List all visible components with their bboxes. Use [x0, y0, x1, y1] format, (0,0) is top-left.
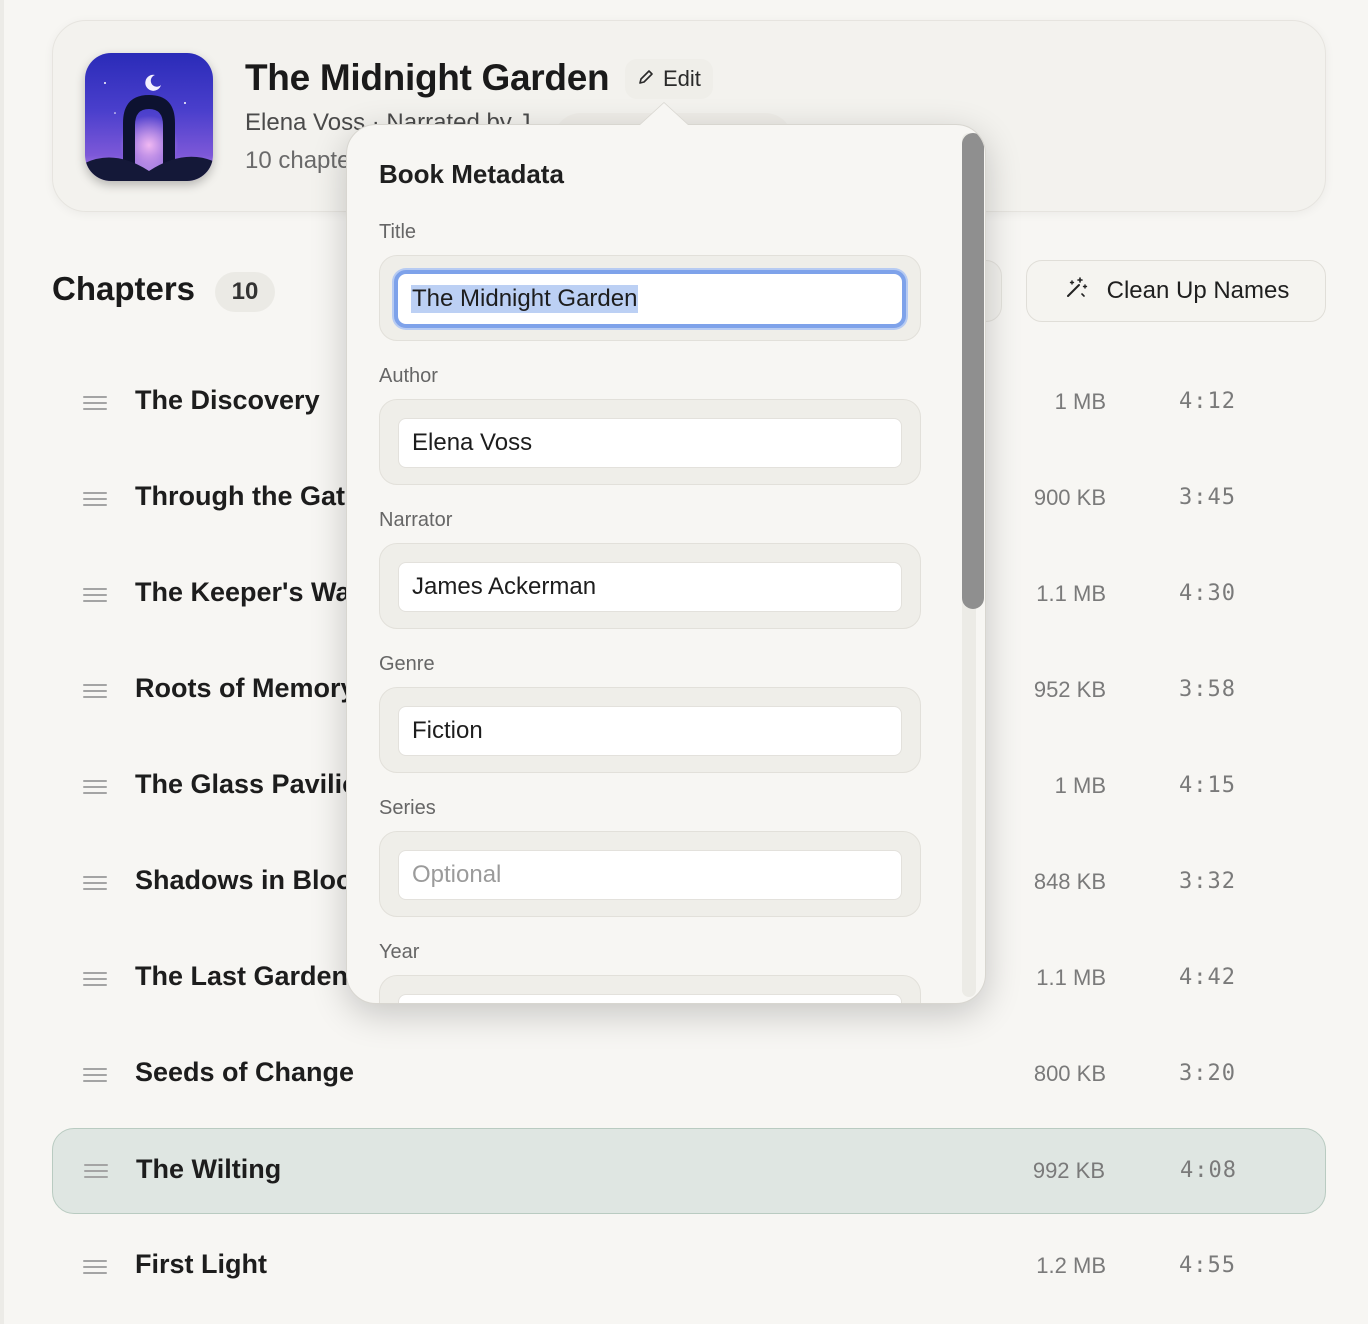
- pencil-icon: [637, 66, 655, 92]
- title-field-value: The Midnight Garden: [411, 285, 639, 313]
- edit-metadata-button[interactable]: Edit: [625, 59, 713, 99]
- chapter-duration: 4:15: [1179, 773, 1236, 798]
- book-summary: 10 chapte: [245, 147, 351, 174]
- year-field[interactable]: [398, 994, 902, 1003]
- chapter-name: Through the Gate: [135, 481, 360, 511]
- chapter-size: 900 KB: [1033, 485, 1106, 510]
- drag-handle-icon[interactable]: [83, 396, 107, 410]
- narrator-field-group: [379, 543, 921, 629]
- genre-field-group: [379, 687, 921, 773]
- title-label: Title: [379, 221, 417, 243]
- book-cover-image: [85, 53, 213, 181]
- chapter-size: 800 KB: [1033, 1061, 1106, 1086]
- drag-handle-icon[interactable]: [83, 780, 107, 794]
- chapter-size: 1.1 MB: [1036, 965, 1106, 990]
- chapter-name: Roots of Memory: [135, 673, 356, 703]
- narrator-field[interactable]: [398, 562, 902, 612]
- drag-handle-icon[interactable]: [83, 1068, 107, 1082]
- chapter-duration: 4:42: [1179, 965, 1236, 990]
- popover-scrollbar[interactable]: [957, 133, 984, 997]
- chapter-name: The Wilting: [136, 1154, 282, 1184]
- chapter-name: The Discovery: [135, 385, 320, 415]
- chapter-duration: 3:20: [1179, 1061, 1236, 1086]
- author-field[interactable]: [398, 418, 902, 468]
- scrollbar-thumb[interactable]: [962, 133, 984, 609]
- book-title: The Midnight Garden: [245, 57, 610, 98]
- chapter-size: 1 MB: [1054, 773, 1106, 798]
- genre-field[interactable]: [398, 706, 902, 756]
- chapter-duration: 3:45: [1179, 485, 1236, 510]
- genre-label: Genre: [379, 653, 435, 675]
- drag-handle-icon[interactable]: [83, 1260, 107, 1274]
- drag-handle-icon[interactable]: [83, 684, 107, 698]
- chapter-size: 1 MB: [1054, 389, 1106, 414]
- chapter-size: 848 KB: [1033, 869, 1106, 894]
- chapter-row[interactable]: Seeds of Change 800 KB 3:20: [52, 1027, 1326, 1123]
- author-label: Author: [379, 365, 438, 387]
- drag-handle-icon[interactable]: [83, 588, 107, 602]
- chapters-count-badge: 10: [215, 272, 275, 312]
- series-field[interactable]: [398, 850, 902, 900]
- title-field-group: The Midnight Garden: [379, 255, 921, 341]
- popover-arrow: [640, 103, 688, 125]
- magic-wand-icon: [1063, 275, 1089, 308]
- year-label: Year: [379, 941, 420, 963]
- drag-handle-icon[interactable]: [83, 972, 107, 986]
- chapter-duration: 4:55: [1179, 1253, 1236, 1278]
- chapter-name: First Light: [135, 1249, 267, 1279]
- chapter-name: Seeds of Change: [135, 1057, 355, 1087]
- chapters-heading: Chapters: [52, 270, 196, 307]
- chapter-size: 1.2 MB: [1036, 1253, 1106, 1278]
- drag-handle-icon[interactable]: [83, 492, 107, 506]
- chapter-duration: 4:12: [1179, 389, 1236, 414]
- drag-handle-icon[interactable]: [84, 1164, 108, 1178]
- chapter-size: 952 KB: [1033, 677, 1106, 702]
- book-metadata-popover: Book Metadata Title The Midnight Garden …: [346, 124, 986, 1004]
- chapter-duration: 3:58: [1179, 677, 1236, 702]
- chapter-name: The Keeper's Wa: [135, 577, 351, 607]
- chapter-name: The Last Gardene: [135, 961, 364, 991]
- series-field-group: [379, 831, 921, 917]
- chapter-name: The Glass Pavilio: [135, 769, 359, 799]
- author-field-group: [379, 399, 921, 485]
- chapter-name: Shadows in Bloo: [135, 865, 353, 895]
- chapter-duration: 4:08: [1180, 1158, 1237, 1183]
- chapter-size: 1.1 MB: [1036, 581, 1106, 606]
- series-label: Series: [379, 797, 436, 819]
- drag-handle-icon[interactable]: [83, 876, 107, 890]
- popover-title: Book Metadata: [379, 159, 564, 189]
- window-edge: [0, 0, 4, 1324]
- year-field-group: [379, 975, 921, 1003]
- chapter-size: 992 KB: [1032, 1158, 1105, 1183]
- edit-label: Edit: [663, 66, 701, 91]
- clean-up-names-label: Clean Up Names: [1106, 277, 1290, 304]
- chapter-row-selected[interactable]: The Wilting 992 KB 4:08: [52, 1128, 1326, 1214]
- chapter-row[interactable]: First Light 1.2 MB 4:55: [52, 1219, 1326, 1315]
- title-field[interactable]: The Midnight Garden: [394, 270, 906, 328]
- narrator-label: Narrator: [379, 509, 453, 531]
- clean-up-names-button[interactable]: Clean Up Names: [1026, 260, 1326, 322]
- chapter-duration: 3:32: [1179, 869, 1236, 894]
- chapter-duration: 4:30: [1179, 581, 1236, 606]
